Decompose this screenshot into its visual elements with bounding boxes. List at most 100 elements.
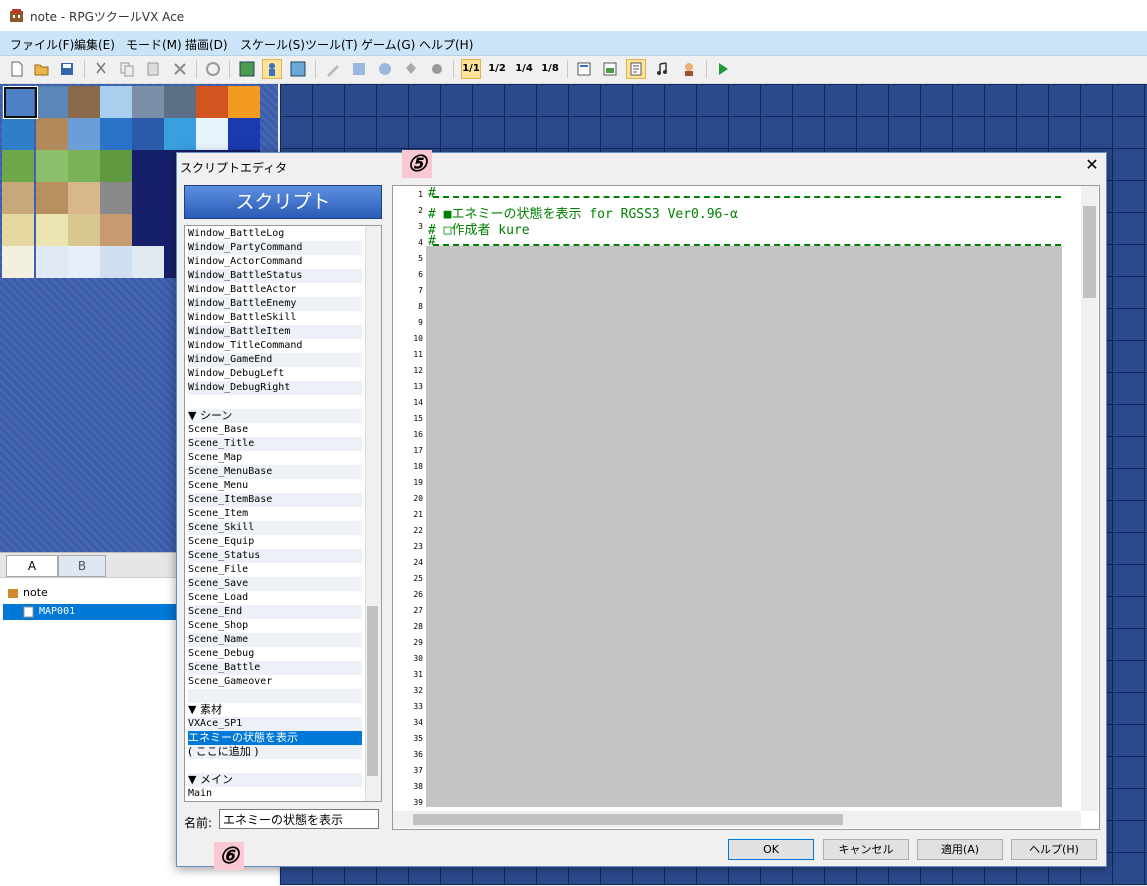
script-list-item[interactable]: Scene_Load [188,591,362,605]
tile[interactable] [132,214,164,246]
menu-mode[interactable]: モード(M) [126,36,182,53]
tile[interactable] [36,86,68,118]
tile[interactable] [132,118,164,150]
script-list-section[interactable]: ▼ 素材 [188,703,362,717]
region-layer-icon[interactable] [289,60,307,78]
script-list-item[interactable]: Scene_End [188,605,362,619]
script-list-item[interactable]: Window_ActorCommand [188,255,362,269]
script-list-item[interactable]: Window_DebugLeft [188,367,362,381]
script-list-item[interactable]: ( ここに追加 ) [188,745,362,759]
tile[interactable] [68,150,100,182]
tile[interactable] [2,150,34,182]
script-list-section[interactable]: ▼ シーン [188,409,362,423]
fill-icon[interactable] [402,60,420,78]
paste-icon[interactable] [145,60,163,78]
new-project-icon[interactable] [8,60,26,78]
tile[interactable] [132,246,164,278]
database-icon[interactable] [575,60,593,78]
tile[interactable] [132,150,164,182]
menu-file[interactable]: ファイル(F) [10,36,74,53]
script-list-item[interactable]: Main [188,787,362,801]
tile[interactable] [100,246,132,278]
script-list-item[interactable]: Scene_Gameover [188,675,362,689]
tile[interactable] [164,86,196,118]
script-list-item[interactable]: Scene_Title [188,437,362,451]
playtest-icon[interactable] [714,60,732,78]
script-list-item[interactable]: Window_TitleCommand [188,339,362,353]
script-list-item[interactable]: Scene_File [188,563,362,577]
tile[interactable] [228,118,260,150]
tile[interactable] [2,182,34,214]
tile[interactable] [68,214,100,246]
script-list-item[interactable]: Scene_Base [188,423,362,437]
copy-icon[interactable] [118,60,136,78]
menu-scale[interactable]: スケール(S) [240,36,305,53]
rectangle-icon[interactable] [350,60,368,78]
shadow-pen-icon[interactable] [428,60,446,78]
script-name-input[interactable]: エネミーの状態を表示 [219,809,379,829]
tile[interactable] [2,118,34,150]
script-list-item[interactable]: Scene_Battle [188,661,362,675]
script-list-item[interactable] [188,689,362,703]
menu-edit[interactable]: 編集(E) [74,36,115,53]
editor-horizontal-scroll-thumb[interactable] [413,814,843,825]
script-list-item[interactable]: Window_BattleItem [188,325,362,339]
script-list-item[interactable]: Scene_Name [188,633,362,647]
script-list-item[interactable]: Window_BattleStatus [188,269,362,283]
tile[interactable] [100,214,132,246]
apply-button[interactable]: 適用(A) [917,839,1003,860]
code-editor[interactable]: 1 2 3 4 5 6 7 8 9 10 11 12 13 14 15 16 17 18 19 20 21 22 23 24 2… [392,185,1100,830]
help-button[interactable]: ヘルプ(H) [1011,839,1097,860]
script-editor-icon[interactable] [626,59,646,79]
tile[interactable] [2,246,34,278]
script-list-item[interactable] [188,395,362,409]
script-list-item[interactable]: Scene_Debug [188,647,362,661]
tile[interactable] [132,86,164,118]
script-list-item[interactable]: Scene_Status [188,549,362,563]
scale-1-8-button[interactable]: 1/8 [541,60,559,78]
tile[interactable] [36,182,68,214]
tile[interactable] [100,182,132,214]
script-list-item[interactable]: Scene_ItemBase [188,493,362,507]
tile[interactable] [68,246,100,278]
script-list-item[interactable]: Window_BattleEnemy [188,297,362,311]
scale-1-1-button[interactable]: 1/1 [461,59,481,79]
resource-manager-icon[interactable] [601,60,619,78]
tile[interactable] [2,214,34,246]
script-list-item[interactable]: Window_BattleLog [188,227,362,241]
script-list-section[interactable]: ▼ メイン [188,773,362,787]
script-list-item-selected[interactable]: エネミーの状態を表示 [188,731,362,745]
tile[interactable] [100,86,132,118]
script-list-item[interactable] [188,759,362,773]
character-generator-icon[interactable] [680,60,698,78]
script-list-item[interactable]: Scene_Skill [188,521,362,535]
tile[interactable] [36,118,68,150]
tile[interactable] [196,118,228,150]
tile[interactable] [132,182,164,214]
tree-project[interactable]: note [23,586,48,599]
menu-tools[interactable]: ツール(T) [305,36,358,53]
tab-a[interactable]: A [6,555,58,577]
cancel-button[interactable]: キャンセル [823,839,909,860]
ok-button[interactable]: OK [728,839,814,860]
script-list-item[interactable]: Window_BattleActor [188,283,362,297]
tile[interactable] [100,150,132,182]
script-list-item[interactable]: Scene_MenuBase [188,465,362,479]
ellipse-icon[interactable] [376,60,394,78]
tile[interactable] [196,86,228,118]
tile[interactable] [228,86,260,118]
menu-draw[interactable]: 描画(D) [185,36,228,53]
script-list[interactable]: Window_BattleLog Window_PartyCommand Win… [184,225,382,802]
map-layer-icon[interactable] [238,60,256,78]
script-list-item[interactable]: Scene_Map [188,451,362,465]
tab-b[interactable]: B [58,555,106,577]
close-icon[interactable]: ✕ [1082,155,1102,175]
script-list-item[interactable]: Window_BattleSkill [188,311,362,325]
tile[interactable] [68,118,100,150]
script-list-item[interactable]: Window_PartyCommand [188,241,362,255]
script-list-item[interactable]: VXAce_SP1 [188,717,362,731]
script-list-item[interactable]: Scene_Equip [188,535,362,549]
scale-1-4-button[interactable]: 1/4 [515,60,533,78]
scale-1-2-button[interactable]: 1/2 [488,60,506,78]
editor-vertical-scroll-thumb[interactable] [1083,206,1096,298]
